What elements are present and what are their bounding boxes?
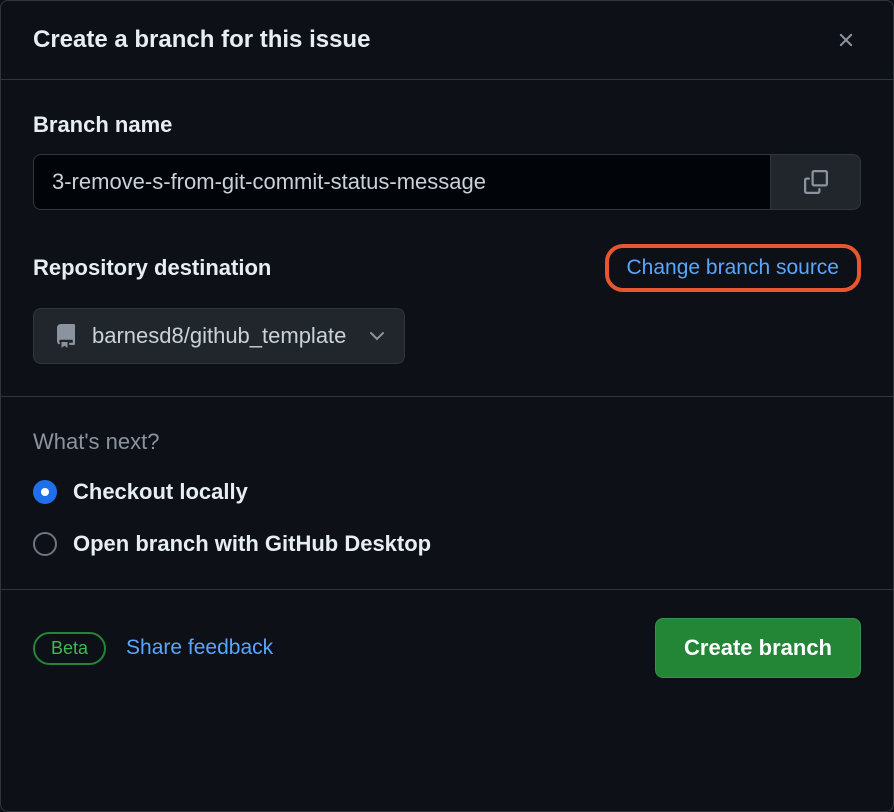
beta-badge: Beta	[33, 632, 106, 665]
radio-indicator	[33, 532, 57, 556]
repo-destination-label: Repository destination	[33, 255, 271, 281]
branch-section: Branch name Repository destination Chang…	[1, 80, 893, 397]
radio-label: Open branch with GitHub Desktop	[73, 531, 431, 557]
branch-name-input[interactable]	[33, 154, 771, 210]
close-button[interactable]	[831, 25, 861, 55]
change-branch-source-button[interactable]: Change branch source	[627, 256, 839, 280]
create-branch-dialog: Create a branch for this issue Branch na…	[0, 0, 894, 812]
copy-branch-name-button[interactable]	[771, 154, 861, 210]
radio-open-github-desktop[interactable]: Open branch with GitHub Desktop	[33, 531, 861, 557]
radio-label: Checkout locally	[73, 479, 248, 505]
chevron-down-icon	[370, 331, 384, 341]
branch-input-row	[33, 154, 861, 210]
copy-icon	[804, 170, 828, 194]
share-feedback-link[interactable]: Share feedback	[126, 636, 273, 660]
dialog-footer: Beta Share feedback Create branch	[1, 590, 893, 706]
footer-left: Beta Share feedback	[33, 632, 273, 665]
create-branch-button[interactable]: Create branch	[655, 618, 861, 678]
repo-destination-dropdown[interactable]: barnesd8/github_template	[33, 308, 405, 364]
change-source-highlight: Change branch source	[605, 244, 861, 292]
whats-next-label: What's next?	[33, 429, 861, 455]
dialog-header: Create a branch for this issue	[1, 1, 893, 80]
close-icon	[835, 29, 857, 51]
repo-destination-value: barnesd8/github_template	[92, 323, 346, 349]
radio-checkout-locally[interactable]: Checkout locally	[33, 479, 861, 505]
repo-icon	[54, 324, 78, 348]
repo-destination-row: Repository destination Change branch sou…	[33, 244, 861, 292]
whats-next-section: What's next? Checkout locally Open branc…	[1, 397, 893, 590]
radio-indicator	[33, 480, 57, 504]
dialog-title: Create a branch for this issue	[33, 26, 370, 54]
branch-name-label: Branch name	[33, 112, 861, 138]
